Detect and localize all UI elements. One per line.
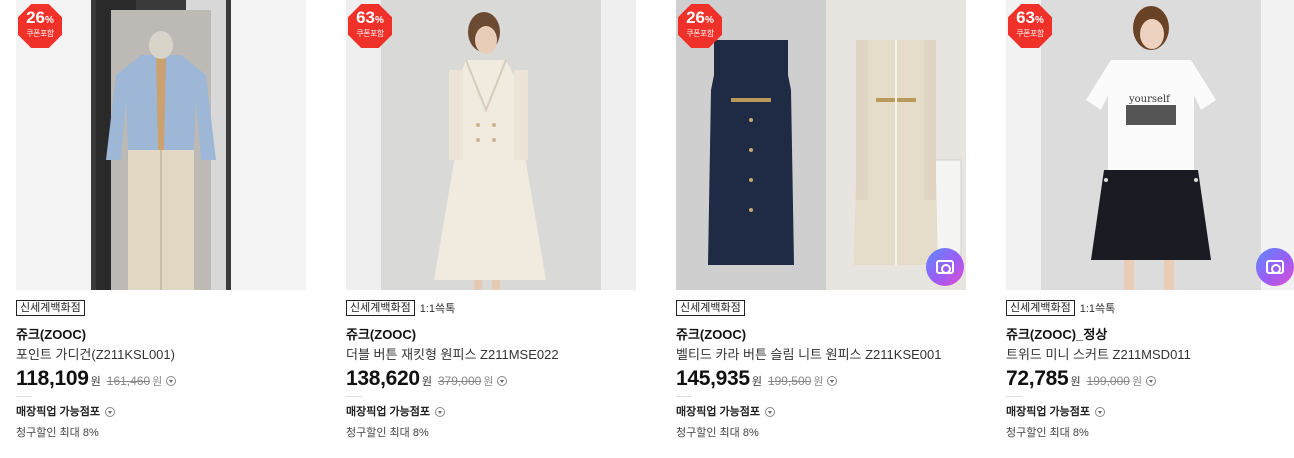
product-name[interactable]: 벨티드 카라 버튼 슬림 니트 원피스 Z211KSE001 — [676, 344, 941, 363]
brand-name[interactable]: 쥬크(ZOOC) — [16, 324, 86, 343]
pickup-info-icon[interactable] — [1095, 407, 1106, 417]
product-grid: 26% 쿠폰포함 신세계백화점 쥬크(ZOOC) 포인트 가디건(Z211KSL… — [16, 0, 1294, 458]
price-row: 118,109 원 161,460 원 — [16, 367, 177, 391]
discount-badge: 26% 쿠폰포함 — [18, 4, 62, 48]
price-row: 72,785 원 199,000 원 — [1006, 367, 1157, 391]
divider — [16, 396, 32, 397]
store-pickup[interactable]: 매장픽업 가능점포 — [676, 403, 776, 419]
original-unit: 원 — [813, 376, 824, 388]
tag-row: 신세계백화점 — [16, 299, 85, 317]
card-discount: 청구할인 최대 8% — [676, 427, 759, 439]
chat-tag: 1:1쓱톡 — [1079, 303, 1116, 315]
product-name[interactable]: 트위드 미니 스커트 Z211MSD011 — [1006, 344, 1191, 363]
price-unit: 원 — [90, 376, 101, 388]
tag-row: 신세계백화점 — [676, 299, 745, 317]
coupon-label: 쿠폰포함 — [686, 29, 714, 38]
product-card[interactable]: yourself 63% 쿠폰포함 신세계백화점 1:1쓱톡 쥬크(ZOOC)_… — [1006, 0, 1294, 458]
price-unit: 원 — [421, 376, 432, 388]
product-card[interactable]: 63% 쿠폰포함 신세계백화점 1:1쓱톡 쥬크(ZOOC) 더블 버튼 재킷형… — [346, 0, 636, 458]
sale-price: 72,785 — [1006, 367, 1069, 390]
original-unit: 원 — [483, 376, 494, 388]
card-discount: 청구할인 최대 8% — [1006, 427, 1089, 439]
discount-badge: 63% 쿠폰포함 — [1008, 4, 1052, 48]
divider — [1006, 396, 1022, 397]
store-pickup[interactable]: 매장픽업 가능점포 — [1006, 403, 1106, 419]
brand-name[interactable]: 쥬크(ZOOC) — [346, 324, 416, 343]
camera-search-icon[interactable] — [1256, 248, 1294, 286]
tag-row: 신세계백화점 1:1쓱톡 — [1006, 299, 1115, 317]
price-unit: 원 — [751, 376, 762, 388]
pickup-info-icon[interactable] — [435, 407, 446, 417]
price-info-icon[interactable] — [497, 376, 508, 386]
svg-text:yourself: yourself — [1128, 94, 1171, 105]
original-price: 379,000 — [437, 374, 482, 388]
discount-badge: 63% 쿠폰포함 — [348, 4, 392, 48]
product-card[interactable]: 26% 쿠폰포함 신세계백화점 쥬크(ZOOC) 벨티드 카라 버튼 슬림 니트… — [676, 0, 966, 458]
price-row: 145,935 원 199,500 원 — [676, 367, 838, 391]
card-discount: 청구할인 최대 8% — [16, 427, 99, 439]
original-price: 161,460 — [106, 374, 151, 388]
original-price: 199,000 — [1086, 374, 1130, 388]
store-tag: 신세계백화점 — [16, 300, 85, 316]
coupon-label: 쿠폰포함 — [1016, 29, 1044, 38]
store-tag: 신세계백화점 — [676, 300, 745, 316]
product-name[interactable]: 포인트 가디건(Z211KSL001) — [16, 344, 175, 363]
pickup-label: 매장픽업 가능점포 — [346, 406, 431, 418]
pickup-label: 매장픽업 가능점포 — [16, 406, 101, 418]
pickup-label: 매장픽업 가능점포 — [1006, 406, 1091, 418]
pickup-info-icon[interactable] — [765, 407, 776, 417]
price-row: 138,620 원 379,000 원 — [346, 367, 508, 391]
divider — [346, 396, 362, 397]
tag-row: 신세계백화점 1:1쓱톡 — [346, 299, 455, 317]
price-info-icon[interactable] — [827, 376, 838, 386]
store-pickup[interactable]: 매장픽업 가능점포 — [16, 403, 116, 419]
discount-badge: 26% 쿠폰포함 — [678, 4, 722, 48]
camera-search-icon[interactable] — [926, 248, 964, 286]
store-tag: 신세계백화점 — [1006, 300, 1075, 316]
card-discount: 청구할인 최대 8% — [346, 427, 429, 439]
divider — [676, 396, 692, 397]
original-price: 199,500 — [767, 374, 812, 388]
sale-price: 145,935 — [676, 367, 750, 390]
price-info-icon[interactable] — [166, 376, 177, 386]
chat-tag: 1:1쓱톡 — [419, 303, 456, 315]
pickup-info-icon[interactable] — [105, 407, 116, 417]
coupon-label: 쿠폰포함 — [356, 29, 384, 38]
price-info-icon[interactable] — [1146, 376, 1157, 386]
sale-price: 118,109 — [16, 367, 89, 390]
store-pickup[interactable]: 매장픽업 가능점포 — [346, 403, 446, 419]
price-unit: 원 — [1070, 376, 1081, 388]
store-tag: 신세계백화점 — [346, 300, 415, 316]
sale-price: 138,620 — [346, 367, 420, 390]
original-unit: 원 — [1131, 376, 1143, 388]
brand-name[interactable]: 쥬크(ZOOC) — [676, 324, 746, 343]
product-name[interactable]: 더블 버튼 재킷형 원피스 Z211MSE022 — [346, 344, 559, 363]
brand-name[interactable]: 쥬크(ZOOC)_정상 — [1006, 324, 1107, 343]
product-card[interactable]: 26% 쿠폰포함 신세계백화점 쥬크(ZOOC) 포인트 가디건(Z211KSL… — [16, 0, 306, 458]
pickup-label: 매장픽업 가능점포 — [676, 406, 761, 418]
original-unit: 원 — [152, 376, 163, 388]
coupon-label: 쿠폰포함 — [26, 29, 54, 38]
